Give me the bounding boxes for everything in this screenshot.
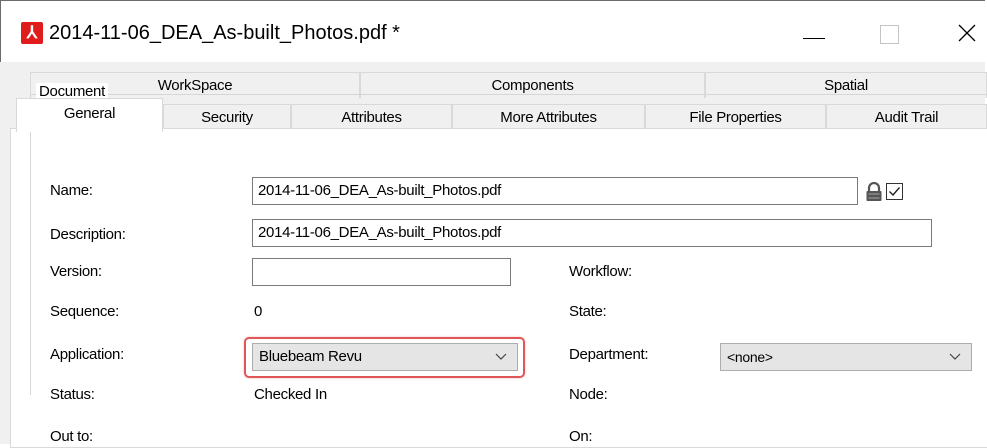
sequence-label: Sequence: — [50, 303, 120, 320]
status-value: Checked In — [254, 386, 327, 403]
title-bar: ⅄ 2014-11-06_DEA_As-built_Photos.pdf * — [1, 1, 986, 63]
description-field[interactable]: 2014-11-06_DEA_As-built_Photos.pdf — [252, 219, 932, 247]
name-field[interactable]: 2014-11-06_DEA_As-built_Photos.pdf — [252, 177, 858, 205]
application-label: Application: — [50, 346, 124, 363]
sequence-value: 0 — [254, 303, 263, 320]
description-label: Description: — [50, 226, 126, 243]
department-select-value: <none> — [727, 349, 773, 365]
status-label: Status: — [50, 386, 95, 403]
out-to-label: Out to: — [50, 428, 93, 445]
lock-icon — [866, 182, 882, 201]
state-label: State: — [569, 303, 607, 320]
checkmark-icon — [889, 187, 901, 197]
department-label: Department: — [569, 346, 649, 363]
department-select[interactable]: <none> — [720, 343, 972, 371]
on-label: On: — [569, 428, 593, 445]
close-button[interactable] — [947, 15, 987, 51]
version-field[interactable] — [252, 258, 511, 286]
tab-general[interactable]: General — [16, 98, 163, 132]
minimize-button[interactable] — [791, 15, 837, 51]
close-icon — [958, 24, 976, 42]
name-label: Name: — [50, 182, 93, 199]
workflow-label: Workflow: — [569, 263, 632, 280]
name-lock-checkbox[interactable] — [886, 183, 903, 200]
node-label: Node: — [569, 386, 608, 403]
application-highlight-box — [244, 337, 525, 378]
acrobat-pdf-icon: ⅄ — [21, 22, 43, 44]
chevron-down-icon — [949, 353, 961, 360]
maximize-button[interactable] — [869, 15, 915, 51]
version-label: Version: — [50, 263, 102, 280]
window-title: 2014-11-06_DEA_As-built_Photos.pdf * — [49, 22, 400, 44]
